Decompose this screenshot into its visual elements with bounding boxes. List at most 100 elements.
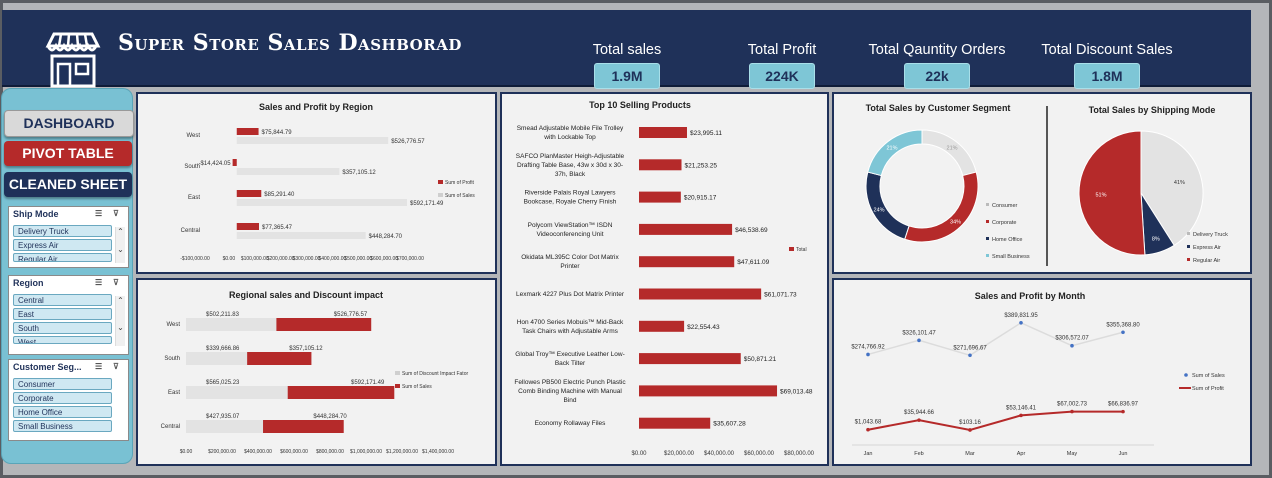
tick-label: $600,000.00 [280,449,308,455]
slicer-item[interactable]: Home Office [13,406,112,418]
slicer-item[interactable]: South [13,322,112,334]
legend-swatch [1184,373,1188,377]
data-label: $23,995.11 [690,130,722,137]
legend-label: Sum of Sales [445,193,475,199]
slicer-title: Region [13,278,44,288]
sales-bar [236,168,340,175]
clear-filter-icon[interactable]: ⊽ [113,209,119,218]
data-label: $306,572.07 [1055,336,1089,342]
tick-label: $100,000.00 [241,256,269,262]
sales-bar [236,137,389,144]
legend-swatch [1187,245,1190,248]
slice-label: 34% [950,220,961,226]
multi-select-icon[interactable]: ☰ [95,209,102,218]
data-point [866,427,870,432]
product-label: Hon 4700 Series Mobuis™ Mid-Back [517,319,624,326]
legend-label: Sum of Profit [1192,386,1224,392]
discount-bar [186,318,277,331]
tick-label: $40,000.00 [704,451,735,457]
tick-label: $400,000.00 [318,256,346,262]
product-bar [639,385,778,397]
category-label: Central [161,424,180,430]
slicer-scrollbar[interactable]: ⌃ ⌄ [115,227,125,263]
segment-slice [904,171,979,243]
tick-label: $800,000.00 [316,449,344,455]
slicer-header: Ship Mode ☰ ⊽ [9,207,128,223]
data-point [1121,330,1125,335]
slicer-header: Region ☰ ⊽ [9,276,128,292]
slice-label: 21% [886,145,897,151]
legend-label: Home Office [992,237,1022,243]
legend-swatch [438,193,443,197]
discount-bar [186,352,248,365]
dashboard-button[interactable]: DASHBOARD [4,110,134,137]
data-label: $85,291.40 [264,192,295,198]
tick-label: May [1067,451,1078,457]
slicer-item[interactable]: Small Business [13,420,112,432]
chart-title: Top 10 Selling Products [589,100,691,110]
data-point [968,428,972,432]
kpi-total-quantity: Total Qauntity Orders 22k [857,42,1017,89]
slicer-item[interactable]: Consumer [13,378,112,390]
slicer-item[interactable]: West [13,336,112,344]
chart-regional-discount: Regional sales and Discount impact West $5… [161,290,469,455]
slicer-item[interactable]: East [13,308,112,320]
data-label: $22,554.43 [687,324,720,331]
data-label: $61,071.73 [764,292,797,299]
sales-bar [263,420,344,433]
data-point [917,338,921,343]
chart-title: Sales and Profit by Region [259,102,373,112]
kpi-total-sales: Total sales 1.9M [547,42,707,89]
tick-label: $0.00 [223,256,236,262]
kpi-total-discount: Total Discount Sales 1.8M [1027,42,1187,89]
sales-bar [236,199,407,206]
tick-label: $200,000.00 [267,256,295,262]
slicer-header: Customer Seg... ☰ ⊽ [9,360,128,376]
data-point [917,418,921,422]
shipping-slice [1078,130,1146,256]
data-label: $526,776.57 [391,139,425,145]
segment-slice [921,129,977,177]
clear-filter-icon[interactable]: ⊽ [113,278,119,287]
cleaned-sheet-button[interactable]: CLEANED SHEET [4,172,132,197]
product-label: Videoconferencing Unit [536,231,603,238]
data-label: $75,844.79 [262,130,293,136]
data-label: $21,253.25 [685,162,718,169]
tick-label: $60,000.00 [744,451,775,457]
multi-select-icon[interactable]: ☰ [95,362,102,371]
slicer-item[interactable]: Corporate [13,392,112,404]
data-label: $389,831.95 [1004,313,1038,319]
slicer-item[interactable]: Central [13,294,112,306]
product-bar [639,320,685,332]
pivot-table-button[interactable]: PIVOT TABLE [4,141,132,166]
slicer-item[interactable]: Regular Air [13,253,112,262]
multi-select-icon[interactable]: ☰ [95,278,102,287]
product-bar [639,191,681,203]
kpi-label: Total Profit [747,42,817,58]
data-label: $427,935.07 [206,414,240,420]
legend-swatch [1187,258,1190,261]
product-label: SAFCO PlanMaster Heigh-Adjustable [516,153,625,160]
slicer-item[interactable]: Express Air [13,239,112,251]
tick-label: Jun [1119,451,1128,457]
clear-filter-icon[interactable]: ⊽ [113,362,119,371]
data-label: $46,538.69 [735,227,768,234]
product-bar [639,256,735,268]
category-label: East [168,390,180,396]
slicer-item[interactable]: Delivery Truck [13,225,112,237]
product-bar [639,223,733,235]
product-label: Global Troy™ Executive Leather Low- [515,351,624,358]
data-point [968,353,972,358]
data-label: $66,836.97 [1108,402,1139,408]
slicer-scrollbar[interactable]: ⌃ ⌄ [115,296,125,346]
tick-label: -$100,000.00 [180,256,210,262]
chart-sales-profit-region: Sales and Profit by Region West $75,844.79… [180,102,475,262]
product-bar [639,417,711,429]
legend-label: Regular Air [1193,258,1220,264]
legend-swatch [986,237,989,240]
profit-bar [236,223,259,230]
profit-bar [236,128,259,135]
slicer-customer-segment: Customer Seg... ☰ ⊽ Consumer Corporate Hom… [8,359,129,441]
product-label: Okidata ML395C Color Dot Matrix [521,254,619,261]
legend-swatch [1187,232,1190,235]
